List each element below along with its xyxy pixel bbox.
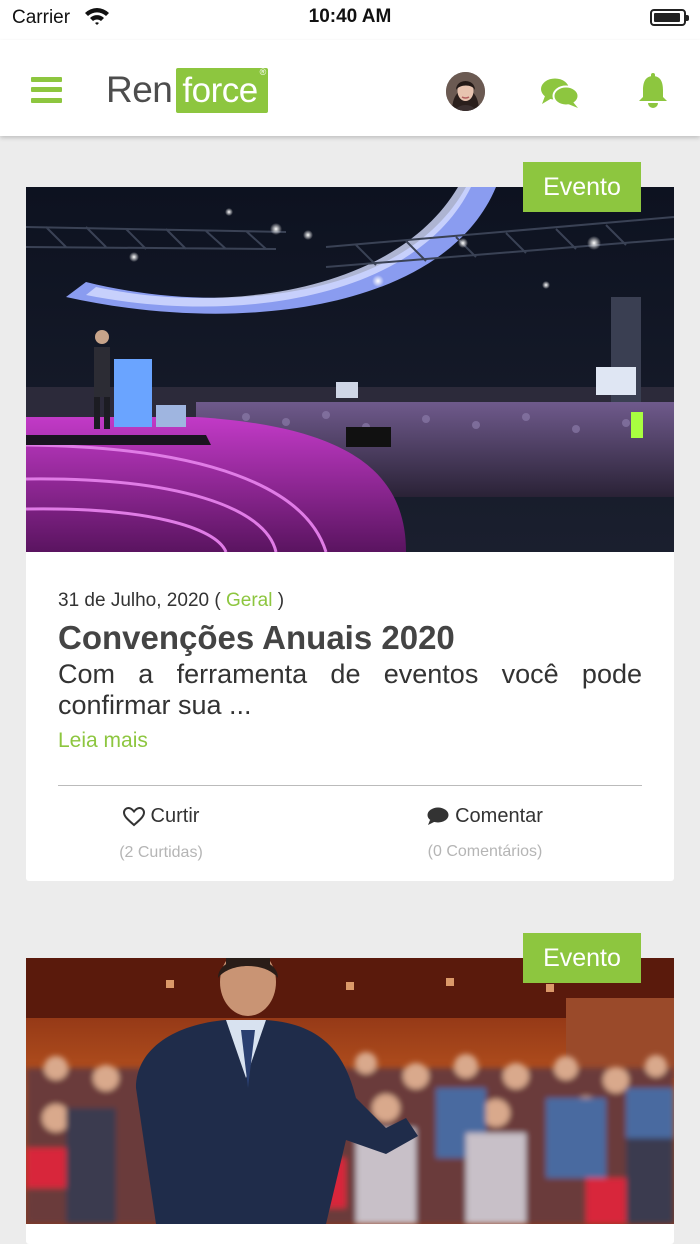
read-more-link[interactable]: Leia mais (58, 729, 148, 753)
logo-text-ren: Ren (106, 69, 173, 110)
post-category[interactable]: Geral (226, 590, 272, 611)
like-button[interactable]: Curtir (2 Curtidas) (36, 805, 286, 862)
renforce-logo[interactable]: Ren force ® (106, 67, 268, 113)
post-meta: 31 de Julho, 2020 ( Geral ) (58, 590, 285, 611)
logo-text-force: force ® (176, 66, 268, 113)
post-date: 31 de Julho, 2020 (58, 590, 210, 611)
battery-icon (650, 9, 689, 26)
post-image[interactable] (26, 958, 674, 1224)
post-card[interactable]: Evento (26, 162, 674, 881)
post-card[interactable]: Evento (26, 933, 674, 1244)
speaker-audience-photo (26, 958, 674, 1224)
menu-icon[interactable] (31, 77, 62, 103)
post-title[interactable]: Convenções Anuais 2020 (58, 619, 455, 657)
comment-button[interactable]: Comentar (0 Comentários) (360, 805, 610, 861)
comment-icon (427, 807, 449, 825)
event-badge: Evento (523, 162, 641, 212)
heart-icon (122, 806, 145, 826)
like-label: Curtir (150, 805, 200, 827)
registered-mark: ® (259, 66, 267, 77)
bell-icon[interactable] (637, 73, 669, 109)
like-count: (2 Curtidas) (119, 843, 203, 861)
app-header: Ren force ® (0, 40, 700, 136)
avatar[interactable] (446, 72, 485, 111)
divider (58, 785, 642, 786)
status-bar: Carrier 10:40 AM (0, 0, 700, 40)
conference-stage-photo (26, 187, 674, 552)
post-excerpt: Com a ferramenta de eventos você pode co… (58, 659, 642, 720)
comment-count: (0 Comentários) (427, 843, 543, 860)
post-image[interactable] (26, 187, 674, 552)
event-badge: Evento (523, 933, 641, 983)
comment-label: Comentar (455, 805, 543, 827)
chat-icon[interactable] (540, 76, 580, 110)
avatar-photo (446, 72, 485, 111)
clock: 10:40 AM (308, 6, 392, 27)
